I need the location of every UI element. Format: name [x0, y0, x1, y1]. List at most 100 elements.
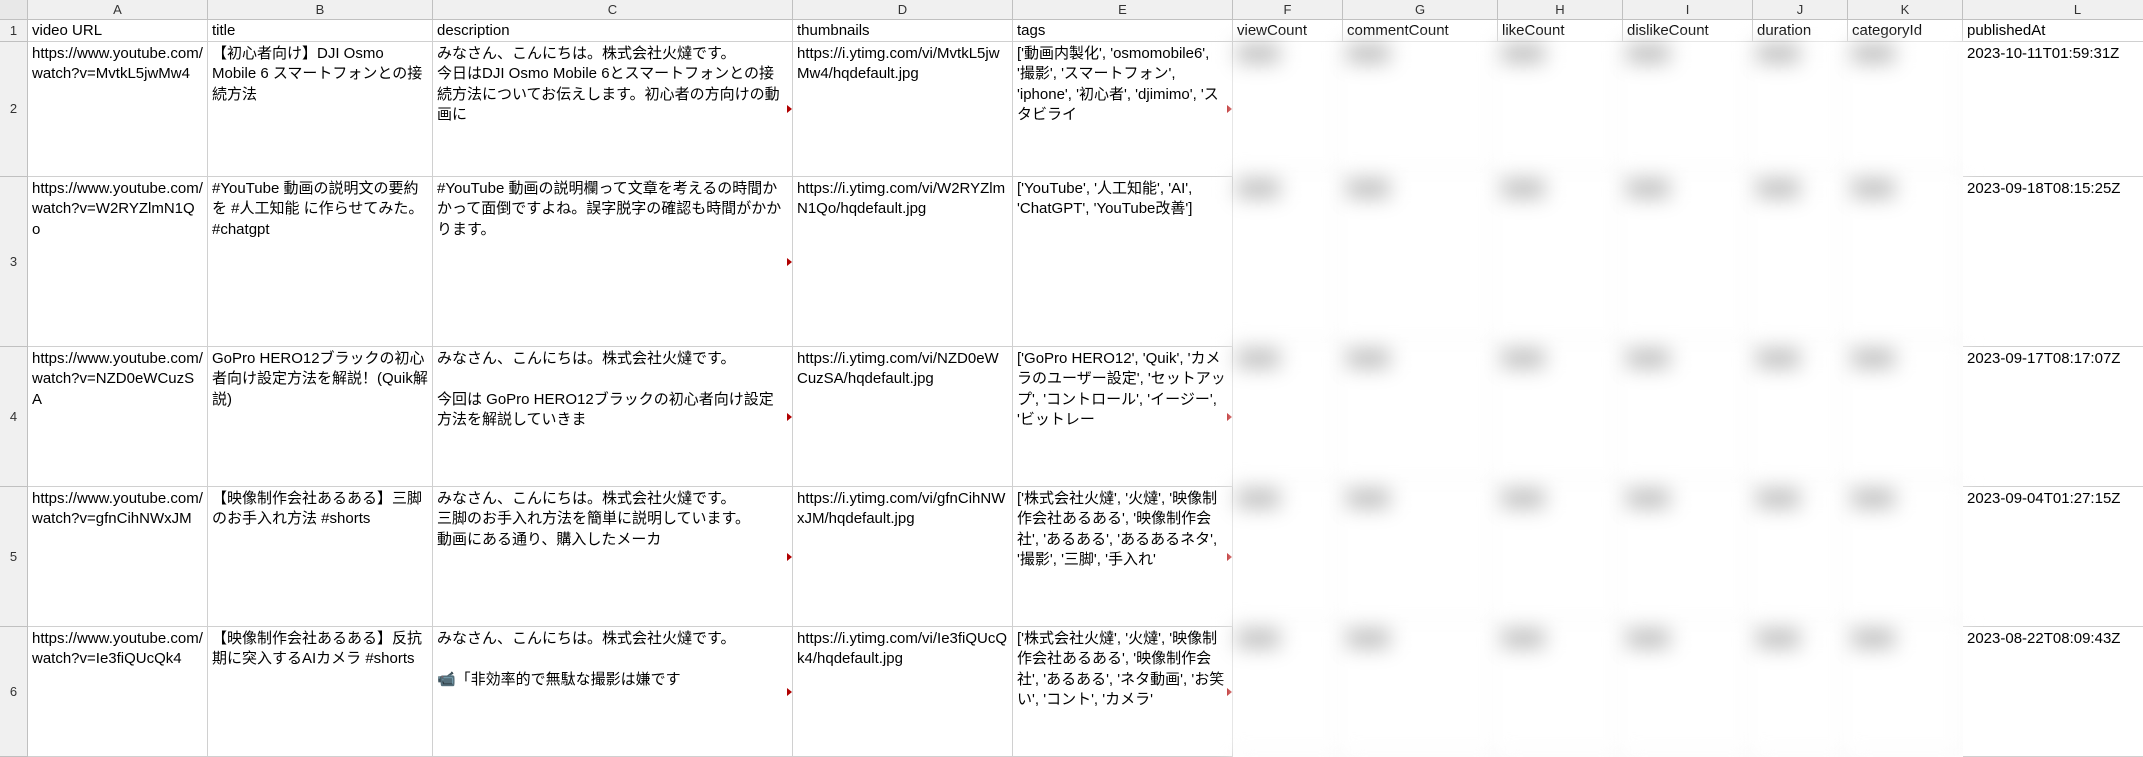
cell-B5[interactable]: 【映像制作会社あるある】三脚のお手入れ方法 #shorts [208, 487, 433, 627]
cell-text: ['動画内製化', 'osmomobile6', '撮影', 'スマートフォン'… [1017, 45, 1219, 123]
cell-F4[interactable]: ████ [1233, 347, 1343, 487]
cell-C1[interactable]: description [433, 20, 793, 42]
overflow-indicator-icon [1227, 105, 1232, 113]
cell-H6[interactable]: ████ [1498, 627, 1623, 757]
cell-I5[interactable]: ████ [1623, 487, 1753, 627]
overflow-indicator-icon [787, 105, 792, 113]
cell-E3[interactable]: ['YouTube', '人工知能', 'AI', 'ChatGPT', 'Yo… [1013, 177, 1233, 347]
cell-K4[interactable]: ████ [1848, 347, 1963, 487]
cell-J4[interactable]: ████ [1753, 347, 1848, 487]
cell-H1[interactable]: likeCount [1498, 20, 1623, 42]
cell-text: ['株式会社火燵', '火燵', '映像制作会社あるある', '映像制作会社',… [1017, 630, 1224, 708]
cell-A2[interactable]: https://www.youtube.com/watch?v=MvtkL5jw… [28, 42, 208, 177]
cell-E1[interactable]: tags [1013, 20, 1233, 42]
cell-J5[interactable]: ████ [1753, 487, 1848, 627]
cell-B3[interactable]: #YouTube 動画の説明文の要約を #人工知能 に作らせてみた。#chatg… [208, 177, 433, 347]
cell-H2[interactable]: ████ [1498, 42, 1623, 177]
cell-L1[interactable]: publishedAt [1963, 20, 2143, 42]
cell-B6[interactable]: 【映像制作会社あるある】反抗期に突入するAIカメラ #shorts [208, 627, 433, 757]
cell-I3[interactable]: ████ [1623, 177, 1753, 347]
cell-E5[interactable]: ['株式会社火燵', '火燵', '映像制作会社あるある', '映像制作会社',… [1013, 487, 1233, 627]
col-header-G[interactable]: G [1343, 0, 1498, 20]
cell-B4[interactable]: GoPro HERO12ブラックの初心者向け設定方法を解説！(Quik解説) [208, 347, 433, 487]
cell-B1[interactable]: title [208, 20, 433, 42]
cell-F6[interactable]: ████ [1233, 627, 1343, 757]
cell-I1[interactable]: dislikeCount [1623, 20, 1753, 42]
row-header-6[interactable]: 6 [0, 627, 28, 757]
cell-D3[interactable]: https://i.ytimg.com/vi/W2RYZlmN1Qo/hqdef… [793, 177, 1013, 347]
cell-E4[interactable]: ['GoPro HERO12', 'Quik', 'カメラのユーザー設定', '… [1013, 347, 1233, 487]
overflow-indicator-icon [1227, 688, 1232, 696]
row-header-3[interactable]: 3 [0, 177, 28, 347]
cell-G2[interactable]: ████ [1343, 42, 1498, 177]
cell-H5[interactable]: ████ [1498, 487, 1623, 627]
cell-F2[interactable]: ████ [1233, 42, 1343, 177]
cell-C4[interactable]: みなさん、こんにちは。株式会社火燵です。 今回は GoPro HERO12ブラッ… [433, 347, 793, 487]
col-header-B[interactable]: B [208, 0, 433, 20]
cell-H4[interactable]: ████ [1498, 347, 1623, 487]
cell-L3[interactable]: 2023-09-18T08:15:25Z [1963, 177, 2143, 347]
cell-A6[interactable]: https://www.youtube.com/watch?v=Ie3fiQUc… [28, 627, 208, 757]
cell-G3[interactable]: ████ [1343, 177, 1498, 347]
cell-G1[interactable]: commentCount [1343, 20, 1498, 42]
cell-L4[interactable]: 2023-09-17T08:17:07Z [1963, 347, 2143, 487]
col-header-D[interactable]: D [793, 0, 1013, 20]
col-header-J[interactable]: J [1753, 0, 1848, 20]
spreadsheet-grid[interactable]: A B C D E F G H I J K L 1 video URL titl… [0, 0, 2143, 757]
col-header-F[interactable]: F [1233, 0, 1343, 20]
cell-D1[interactable]: thumbnails [793, 20, 1013, 42]
cell-D5[interactable]: https://i.ytimg.com/vi/gfnCihNWxJM/hqdef… [793, 487, 1013, 627]
cell-D4[interactable]: https://i.ytimg.com/vi/NZD0eWCuzSA/hqdef… [793, 347, 1013, 487]
cell-I2[interactable]: ████ [1623, 42, 1753, 177]
cell-C5[interactable]: みなさん、こんにちは。株式会社火燵です。 三脚のお手入れ方法を簡単に説明していま… [433, 487, 793, 627]
cell-J6[interactable]: ████ [1753, 627, 1848, 757]
cell-J3[interactable]: ████ [1753, 177, 1848, 347]
cell-I4[interactable]: ████ [1623, 347, 1753, 487]
cell-J2[interactable]: ████ [1753, 42, 1848, 177]
cell-A4[interactable]: https://www.youtube.com/watch?v=NZD0eWCu… [28, 347, 208, 487]
col-header-I[interactable]: I [1623, 0, 1753, 20]
cell-G6[interactable]: ████ [1343, 627, 1498, 757]
cell-K1[interactable]: categoryId [1848, 20, 1963, 42]
cell-F1[interactable]: viewCount [1233, 20, 1343, 42]
cell-K6[interactable]: ████ [1848, 627, 1963, 757]
cell-text: ['GoPro HERO12', 'Quik', 'カメラのユーザー設定', '… [1017, 350, 1226, 428]
col-header-A[interactable]: A [28, 0, 208, 20]
corner-cell[interactable] [0, 0, 28, 20]
cell-D2[interactable]: https://i.ytimg.com/vi/MvtkL5jwMw4/hqdef… [793, 42, 1013, 177]
row-header-1[interactable]: 1 [0, 20, 28, 42]
cell-G4[interactable]: ████ [1343, 347, 1498, 487]
cell-L2[interactable]: 2023-10-11T01:59:31Z [1963, 42, 2143, 177]
row-header-4[interactable]: 4 [0, 347, 28, 487]
cell-H3[interactable]: ████ [1498, 177, 1623, 347]
cell-L6[interactable]: 2023-08-22T08:09:43Z [1963, 627, 2143, 757]
col-header-L[interactable]: L [1963, 0, 2143, 20]
cell-K5[interactable]: ████ [1848, 487, 1963, 627]
cell-C3[interactable]: #YouTube 動画の説明欄って文章を考えるの時間かかって面倒ですよね。誤字脱… [433, 177, 793, 347]
row-header-2[interactable]: 2 [0, 42, 28, 177]
cell-L5[interactable]: 2023-09-04T01:27:15Z [1963, 487, 2143, 627]
cell-J1[interactable]: duration [1753, 20, 1848, 42]
cell-G5[interactable]: ████ [1343, 487, 1498, 627]
cell-B2[interactable]: 【初心者向け】DJI Osmo Mobile 6 スマートフォンとの接続方法 [208, 42, 433, 177]
cell-E2[interactable]: ['動画内製化', 'osmomobile6', '撮影', 'スマートフォン'… [1013, 42, 1233, 177]
col-header-C[interactable]: C [433, 0, 793, 20]
cell-D6[interactable]: https://i.ytimg.com/vi/Ie3fiQUcQk4/hqdef… [793, 627, 1013, 757]
cell-C2[interactable]: みなさん、こんにちは。株式会社火燵です。 今日はDJI Osmo Mobile … [433, 42, 793, 177]
cell-C6[interactable]: みなさん、こんにちは。株式会社火燵です。 📹「非効率的で無駄な撮影は嫌です [433, 627, 793, 757]
cell-K2[interactable]: ████ [1848, 42, 1963, 177]
cell-E6[interactable]: ['株式会社火燵', '火燵', '映像制作会社あるある', '映像制作会社',… [1013, 627, 1233, 757]
col-header-K[interactable]: K [1848, 0, 1963, 20]
cell-I6[interactable]: ████ [1623, 627, 1753, 757]
row-header-5[interactable]: 5 [0, 487, 28, 627]
cell-K3[interactable]: ████ [1848, 177, 1963, 347]
cell-A5[interactable]: https://www.youtube.com/watch?v=gfnCihNW… [28, 487, 208, 627]
cell-A3[interactable]: https://www.youtube.com/watch?v=W2RYZlmN… [28, 177, 208, 347]
col-header-E[interactable]: E [1013, 0, 1233, 20]
cell-F3[interactable]: ████ [1233, 177, 1343, 347]
cell-F5[interactable]: ████ [1233, 487, 1343, 627]
col-header-H[interactable]: H [1498, 0, 1623, 20]
overflow-indicator-icon [1227, 553, 1232, 561]
overflow-indicator-icon [1227, 413, 1232, 421]
cell-A1[interactable]: video URL [28, 20, 208, 42]
